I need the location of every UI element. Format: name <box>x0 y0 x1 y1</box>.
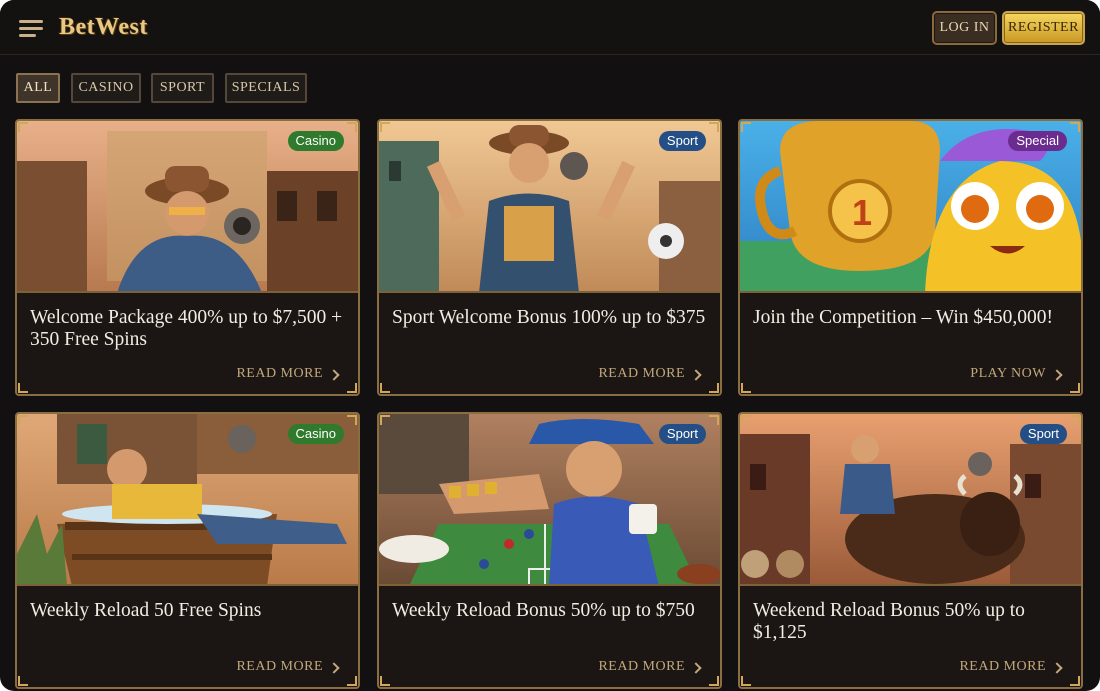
register-button[interactable]: REGISTER <box>1002 11 1085 45</box>
cta-label: READ MORE <box>236 659 323 674</box>
promo-card[interactable]: 1 Special Join the Competition – Win $45… <box>738 119 1083 396</box>
promo-title: Join the Competition – Win $450,000! <box>753 307 1054 328</box>
chevron-right-icon <box>1051 661 1063 674</box>
promo-title: Weekly Reload 50 Free Spins <box>30 600 262 621</box>
cta-label: READ MORE <box>598 366 685 381</box>
chevron-right-icon <box>328 661 340 674</box>
read-more-link[interactable]: READ MORE <box>959 659 1063 675</box>
chevron-right-icon <box>1051 368 1063 381</box>
app-frame: BetWest LOG IN REGISTER ALL CASINO SPORT… <box>0 0 1100 691</box>
cta-label: READ MORE <box>959 659 1046 674</box>
filter-casino[interactable]: CASINO <box>71 73 141 103</box>
top-bar: BetWest LOG IN REGISTER <box>0 0 1100 55</box>
logo-text: BetWest <box>59 13 148 40</box>
chevron-right-icon <box>690 661 702 674</box>
read-more-link[interactable]: READ MORE <box>236 659 340 675</box>
login-button[interactable]: LOG IN <box>932 11 997 45</box>
promo-image: Casino <box>17 414 358 586</box>
category-badge: Sport <box>1019 424 1067 444</box>
promo-title: Weekend Reload Bonus 50% up to $1,125 <box>753 600 1025 643</box>
promo-title: Welcome Package 400% up to $7,500 + 350 … <box>30 307 343 350</box>
filter-sport[interactable]: SPORT <box>151 73 214 103</box>
promo-card[interactable]: Sport Weekly Reload Bonus 50% up to $750… <box>377 412 722 689</box>
promo-image: Sport <box>379 414 720 586</box>
promo-card[interactable]: Sport Weekend Reload Bonus 50% up to $1,… <box>738 412 1083 689</box>
svg-text:1: 1 <box>852 192 872 233</box>
promo-title: Weekly Reload Bonus 50% up to $750 <box>392 600 695 621</box>
read-more-link[interactable]: READ MORE <box>598 366 702 382</box>
category-badge: Sport <box>658 424 706 444</box>
play-now-link[interactable]: PLAY NOW <box>970 366 1063 382</box>
promo-title: Sport Welcome Bonus 100% up to $375 <box>392 307 706 328</box>
promo-image: 1 Special <box>740 121 1081 293</box>
filter-all[interactable]: ALL <box>16 73 60 103</box>
cta-label: READ MORE <box>236 366 323 381</box>
logo[interactable]: BetWest <box>59 11 148 43</box>
promo-card[interactable]: Casino Weekly Reload 50 Free Spins READ … <box>15 412 360 689</box>
menu-icon[interactable] <box>19 18 45 38</box>
category-badge: Sport <box>658 131 706 151</box>
promo-image: Sport <box>740 414 1081 586</box>
read-more-link[interactable]: READ MORE <box>598 659 702 675</box>
promo-image: Casino <box>17 121 358 293</box>
filter-specials[interactable]: SPECIALS <box>225 73 307 103</box>
cta-label: PLAY NOW <box>970 366 1046 381</box>
category-badge: Casino <box>287 131 344 151</box>
chevron-right-icon <box>328 368 340 381</box>
cta-label: READ MORE <box>598 659 685 674</box>
read-more-link[interactable]: READ MORE <box>236 366 340 382</box>
promo-card[interactable]: Casino Welcome Package 400% up to $7,500… <box>15 119 360 396</box>
promo-card[interactable]: Sport Sport Welcome Bonus 100% up to $37… <box>377 119 722 396</box>
category-badge: Special <box>1008 131 1067 151</box>
promo-image: Sport <box>379 121 720 293</box>
category-badge: Casino <box>287 424 344 444</box>
chevron-right-icon <box>690 368 702 381</box>
